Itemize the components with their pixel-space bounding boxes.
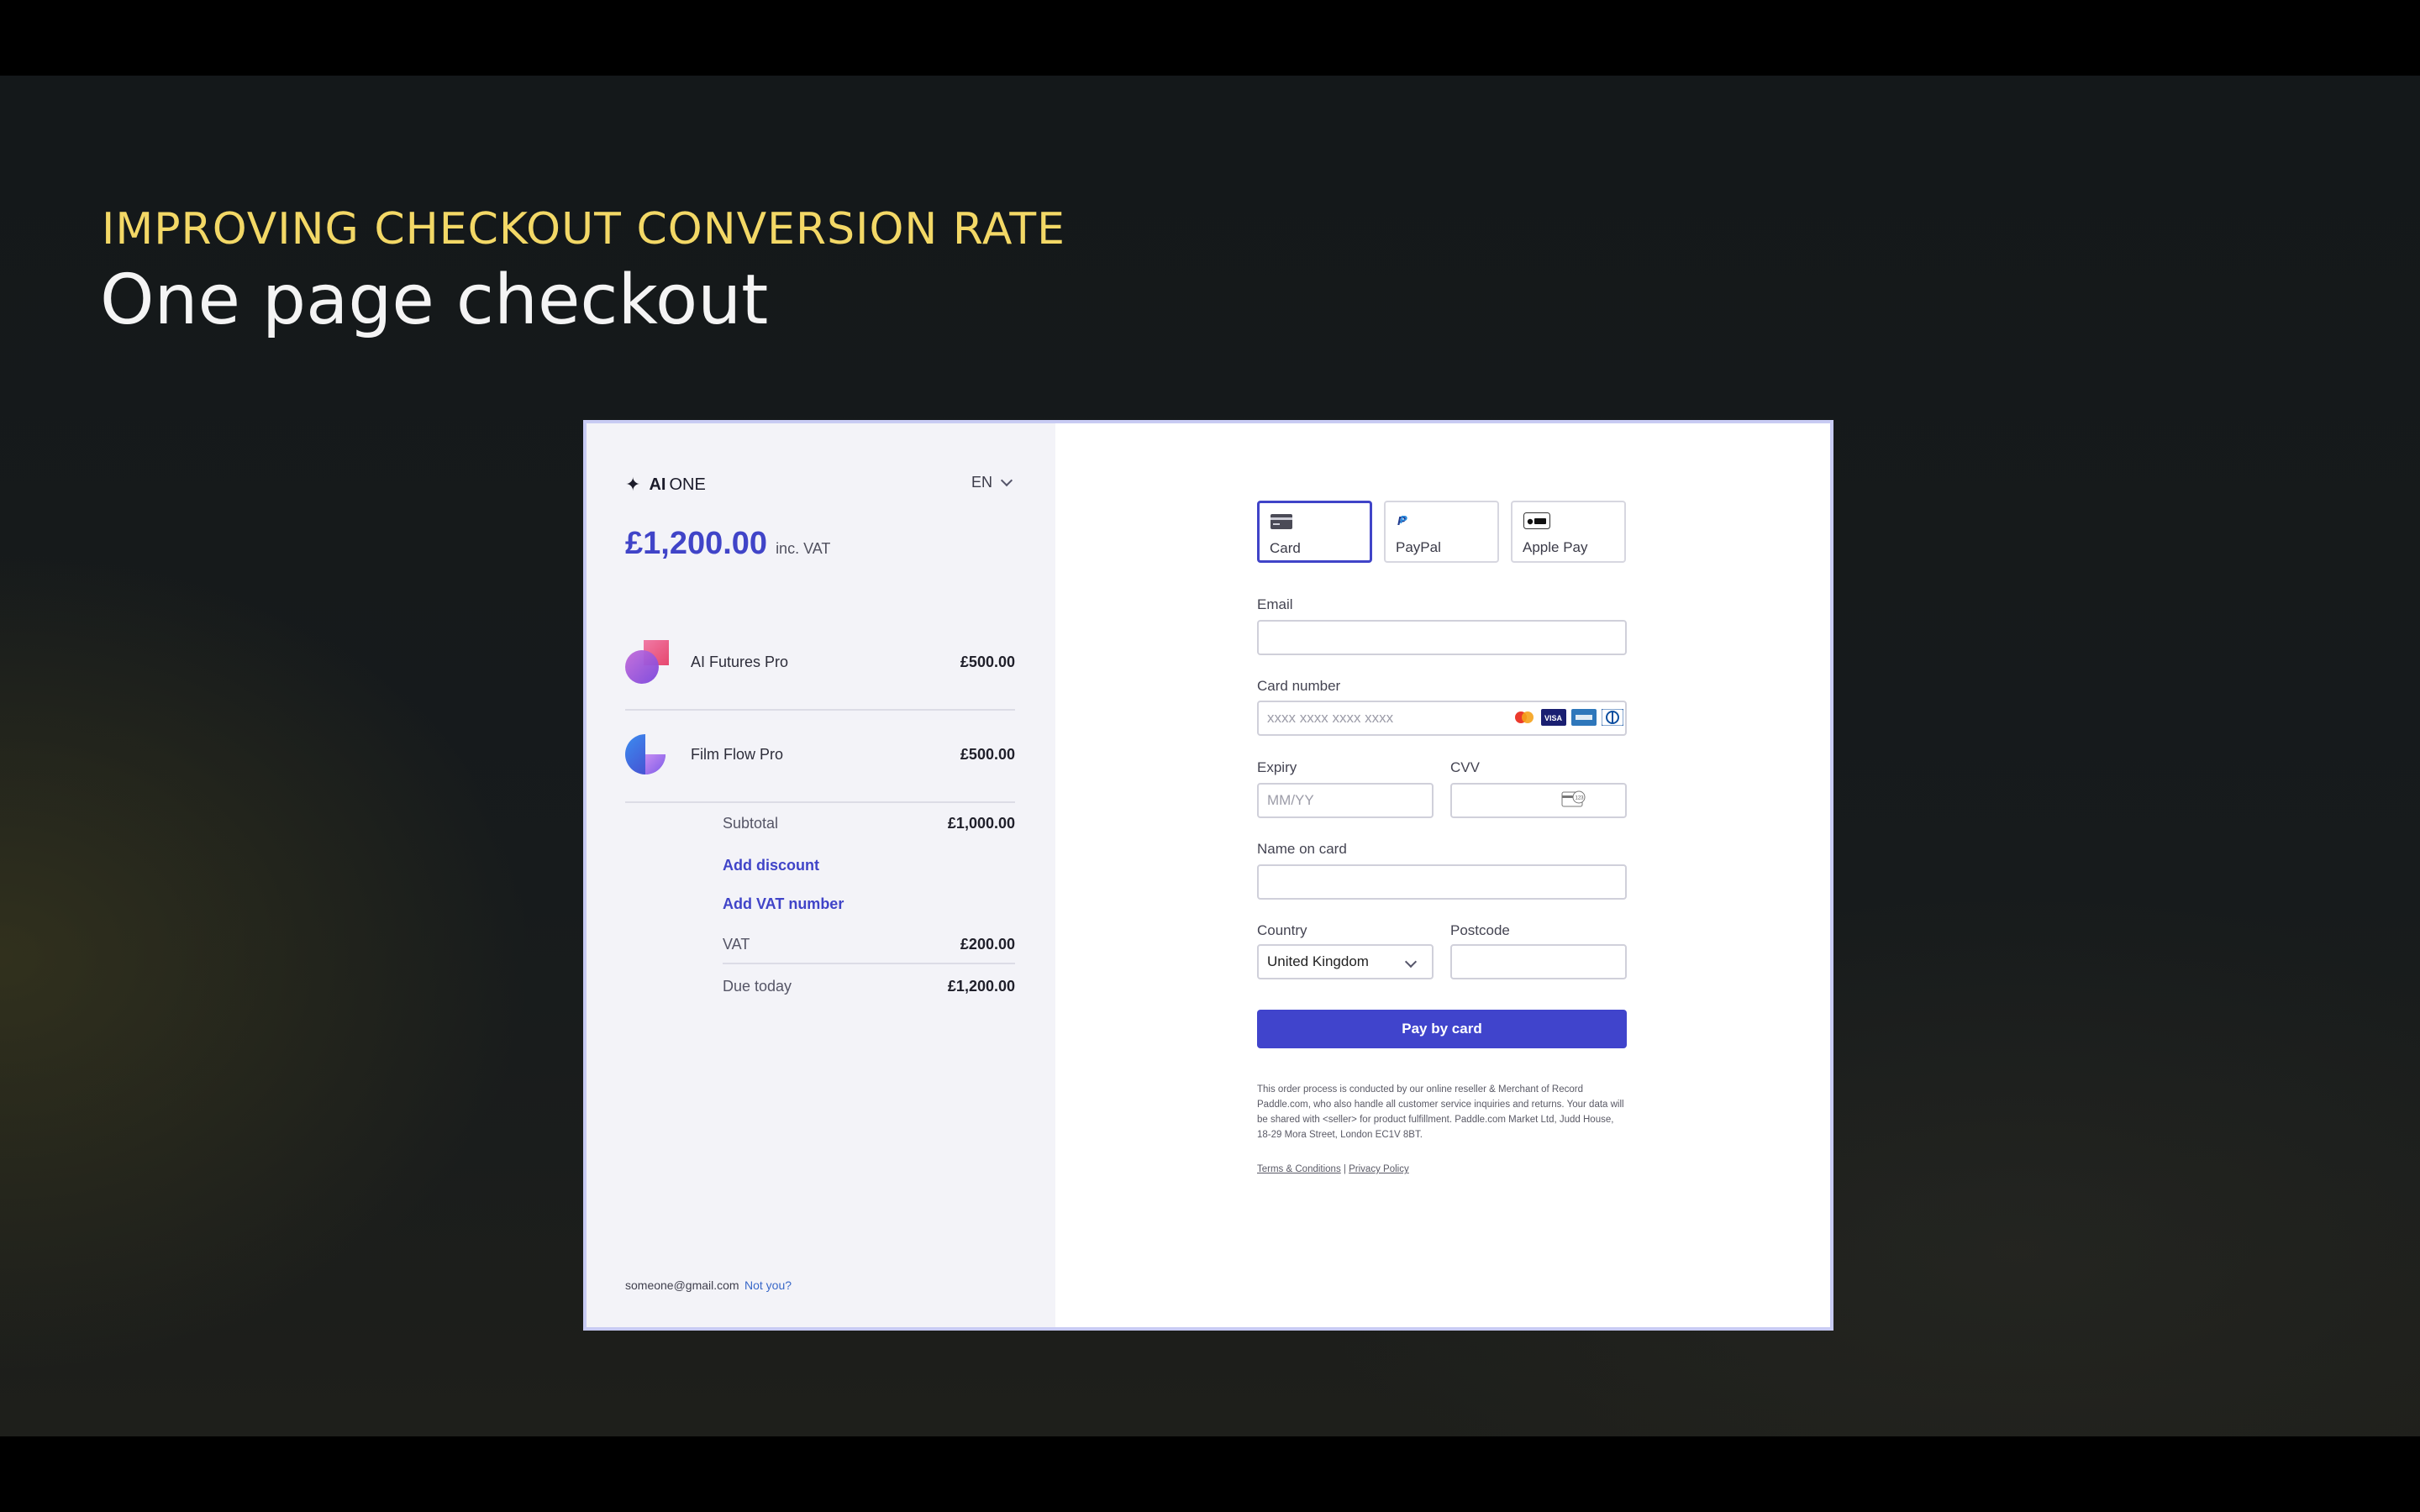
visa-icon: VISA [1541,709,1566,726]
cvv-label: CVV [1450,759,1480,775]
apple-pay-icon [1523,512,1550,529]
due-today-row: Due today £1,200.00 [723,978,1015,995]
pay-by-card-button[interactable]: Pay by card [1257,1010,1627,1048]
chevron-down-icon [1404,955,1418,969]
amex-icon [1571,709,1597,726]
language-label: EN [971,474,993,491]
order-summary-panel: ✦ AI ONE EN £1,200.00 inc. VAT AI Future… [587,423,1055,1327]
subtotal-value: £1,000.00 [947,815,1015,832]
tab-apple-pay[interactable]: Apple Pay [1511,501,1626,563]
country-select[interactable]: United Kingdom [1257,944,1434,979]
legal-links: Terms & Conditions | Privacy Policy [1257,1164,1409,1174]
add-discount-link[interactable]: Add discount [723,857,819,874]
terms-link[interactable]: Terms & Conditions [1257,1164,1341,1174]
item-name: Film Flow Pro [691,745,784,763]
order-total: £1,200.00 inc. VAT [625,526,830,562]
card-logos: VISA [1512,709,1623,726]
subtotal-row: Subtotal £1,000.00 [723,815,1015,832]
brand-logo: ✦ AI ONE [625,472,706,497]
chevron-down-icon [1000,474,1013,487]
expiry-field[interactable] [1257,783,1434,818]
sparkle-icon: ✦ [625,474,641,495]
country-label: Country [1257,922,1307,938]
language-selector[interactable]: EN [971,474,1013,491]
vat-label: VAT [723,936,750,953]
brand-name-regular: ONE [669,475,706,494]
card-number-label: Card number [1257,678,1341,694]
email-field[interactable] [1257,620,1627,655]
svg-text:VISA: VISA [1544,714,1563,722]
item-name: AI Futures Pro [691,653,789,670]
list-item: Film Flow Pro £500.00 [625,729,1015,780]
film-flow-product-icon [625,732,669,776]
tab-apple-pay-label: Apple Pay [1523,539,1588,555]
total-suffix: inc. VAT [776,540,831,557]
item-price: £500.00 [960,745,1015,763]
payment-panel: Card P P PayPal Apple Pay Email Card num… [1055,423,1830,1327]
email-label: Email [1257,596,1293,612]
add-vat-number-link[interactable]: Add VAT number [723,895,844,913]
tab-card-label: Card [1270,540,1301,556]
not-you-link[interactable]: Not you? [744,1278,792,1292]
letterbox-bottom [0,1436,2420,1512]
subtotal-label: Subtotal [723,815,779,832]
slide-headline: One page checkout [100,260,769,340]
payment-method-tabs: Card P P PayPal Apple Pay [1257,501,1626,563]
due-today-label: Due today [723,978,792,995]
name-on-card-field[interactable] [1257,864,1627,900]
letterbox-top [0,0,2420,76]
expiry-label: Expiry [1257,759,1297,775]
divider [625,801,1015,803]
tab-paypal-label: PayPal [1396,539,1441,555]
diners-icon [1602,709,1623,726]
cvv-card-icon: 123 [1561,790,1586,807]
mastercard-icon [1515,711,1534,723]
customer-email: someone@gmail.com [625,1278,739,1292]
credit-card-icon [1270,514,1292,529]
slide-eyebrow: IMPROVING CHECKOUT CONVERSION RATE [102,204,1066,255]
country-value: United Kingdom [1267,953,1369,969]
divider [723,963,1015,964]
tab-card[interactable]: Card [1257,501,1372,563]
presentation-slide: IMPROVING CHECKOUT CONVERSION RATE One p… [0,76,2420,1436]
ai-futures-product-icon [625,640,669,684]
paypal-icon: P P [1397,513,1407,528]
legal-separator: | [1343,1164,1346,1174]
postcode-field[interactable] [1450,944,1627,979]
postcode-label: Postcode [1450,922,1510,938]
checkout-window: ✦ AI ONE EN £1,200.00 inc. VAT AI Future… [583,420,1833,1331]
name-on-card-label: Name on card [1257,841,1347,857]
list-item: AI Futures Pro £500.00 [625,637,1015,687]
divider [625,709,1015,711]
cvv-field[interactable] [1450,783,1627,818]
privacy-link[interactable]: Privacy Policy [1349,1164,1409,1174]
item-price: £500.00 [960,653,1015,670]
total-amount: £1,200.00 [625,526,768,561]
brand-name-bold: AI [649,475,666,494]
vat-row: VAT £200.00 [723,936,1015,953]
due-today-value: £1,200.00 [947,978,1015,995]
legal-notice: This order process is conducted by our o… [1257,1084,1624,1140]
tab-paypal[interactable]: P P PayPal [1384,501,1499,563]
svg-text:123: 123 [1576,796,1585,801]
svg-text:P: P [1400,513,1407,526]
vat-value: £200.00 [960,936,1015,953]
